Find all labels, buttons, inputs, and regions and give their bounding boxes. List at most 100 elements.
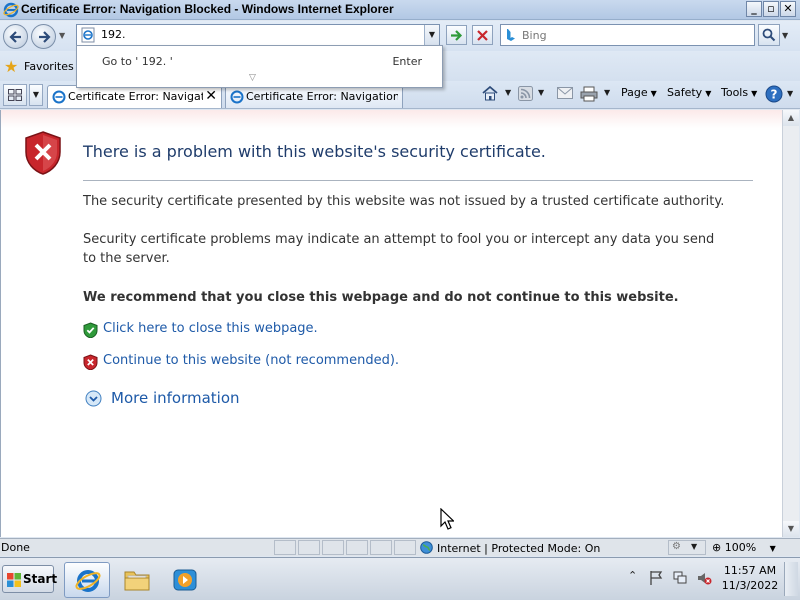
security-zone[interactable]: Internet | Protected Mode: On bbox=[420, 541, 600, 555]
page-icon bbox=[81, 27, 95, 43]
show-hidden-icons-chevron-icon[interactable]: ⌃ bbox=[628, 569, 644, 585]
printer-icon bbox=[580, 86, 598, 102]
tools-menu-button[interactable]: Tools ▼ bbox=[721, 86, 757, 104]
quick-tabs-button[interactable] bbox=[3, 84, 27, 106]
clock-date: 11/3/2022 bbox=[721, 579, 779, 592]
close-webpage-link-text[interactable]: Click here to close this webpage. bbox=[103, 321, 318, 336]
system-clock[interactable]: 11:57 AM 11/3/2022 bbox=[720, 563, 780, 593]
continue-link-text[interactable]: Continue to this website (not recommende… bbox=[103, 353, 399, 368]
print-dropdown-icon[interactable]: ▼ bbox=[604, 88, 610, 97]
search-box[interactable]: Bing bbox=[500, 24, 755, 46]
status-cell bbox=[274, 540, 296, 555]
help-button[interactable]: ? ▼ bbox=[765, 85, 793, 103]
favorites-button[interactable]: Favorites bbox=[24, 60, 74, 73]
close-tab-icon[interactable]: ✕ bbox=[205, 88, 217, 104]
svg-text:?: ? bbox=[771, 88, 778, 102]
zoom-magnifier-icon: ⊕ bbox=[712, 541, 722, 554]
favorites-star-icon[interactable]: ★ bbox=[4, 57, 18, 76]
lock-settings-icon: ⚙ bbox=[672, 541, 681, 552]
search-options-dropdown-icon[interactable]: ▼ bbox=[782, 31, 788, 40]
home-icon bbox=[482, 85, 498, 101]
help-icon: ? bbox=[765, 85, 783, 103]
address-autocomplete-dropdown: Go to ' 192. ' Enter ▽ bbox=[76, 45, 443, 88]
windows-logo-icon bbox=[7, 573, 21, 587]
tab-certificate-error-1[interactable]: Certificate Error: Navigat... ✕ bbox=[47, 85, 222, 108]
heading-divider bbox=[83, 180, 753, 181]
window-title: Certificate Error: Navigation Blocked - … bbox=[21, 2, 394, 16]
address-bar[interactable]: 192. ▼ bbox=[76, 24, 440, 46]
recent-pages-dropdown-icon[interactable]: ▼ bbox=[59, 31, 65, 40]
start-button[interactable]: Start bbox=[2, 565, 57, 593]
forward-arrow-icon bbox=[38, 31, 51, 43]
taskbar-media-player[interactable] bbox=[162, 562, 208, 598]
ie-page-icon bbox=[230, 90, 244, 104]
more-information-label[interactable]: More information bbox=[111, 389, 240, 407]
address-dropdown-button[interactable]: ▼ bbox=[424, 25, 439, 45]
page-content: There is a problem with this website's s… bbox=[0, 110, 783, 537]
expand-arrow-icon[interactable]: ▽ bbox=[249, 73, 256, 83]
print-button[interactable]: ▼ bbox=[580, 85, 610, 103]
zoom-level: 100% bbox=[724, 541, 757, 554]
tools-menu-dropdown-icon: ▼ bbox=[751, 89, 758, 98]
zoom-control[interactable]: ⊕ 100% ▼ bbox=[712, 541, 776, 554]
bing-icon bbox=[507, 29, 515, 41]
taskbar-internet-explorer[interactable] bbox=[64, 562, 110, 598]
help-dropdown-icon[interactable]: ▼ bbox=[787, 89, 793, 98]
volume-muted-icon[interactable] bbox=[696, 570, 712, 586]
tab-title: Certificate Error: Navigat... bbox=[68, 90, 203, 103]
title-bar: Certificate Error: Navigation Blocked - … bbox=[0, 0, 800, 20]
recommendation-text: We recommend that you close this webpage… bbox=[83, 290, 679, 305]
feeds-button[interactable]: ▼ bbox=[518, 85, 544, 103]
autocomplete-suggestion[interactable]: Go to ' 192. ' bbox=[102, 55, 173, 68]
taskbar: Start ⌃ 11:57 AM 11/3/2022 bbox=[0, 557, 800, 600]
scroll-down-arrow-icon[interactable]: ▼ bbox=[783, 521, 799, 537]
stop-button[interactable] bbox=[472, 25, 493, 45]
tools-menu-label: Tools bbox=[721, 86, 749, 99]
magnifier-icon bbox=[762, 28, 776, 42]
action-center-flag-icon[interactable] bbox=[648, 570, 664, 586]
page-menu-button[interactable]: Page ▼ bbox=[621, 86, 657, 104]
green-shield-check-icon bbox=[83, 322, 98, 338]
tab-certificate-error-2[interactable]: Certificate Error: Navigation ... bbox=[225, 85, 403, 108]
ie-page-icon bbox=[52, 90, 66, 104]
error-heading: There is a problem with this website's s… bbox=[83, 142, 546, 161]
home-button[interactable]: ▼ bbox=[481, 85, 511, 103]
search-button[interactable] bbox=[758, 24, 780, 46]
safety-menu-dropdown-icon: ▼ bbox=[705, 89, 712, 98]
go-button[interactable] bbox=[446, 25, 467, 45]
status-bar: Done Internet | Protected Mode: On ⚙ ▼ ⊕… bbox=[0, 538, 800, 556]
globe-icon bbox=[420, 541, 433, 554]
safety-menu-label: Safety bbox=[667, 86, 703, 99]
error-shield-icon bbox=[25, 131, 61, 175]
maximize-button[interactable]: ▫ bbox=[763, 1, 779, 17]
vertical-scrollbar[interactable]: ▲ ▼ bbox=[782, 110, 799, 537]
show-desktop-button[interactable] bbox=[784, 562, 798, 596]
page-menu-label: Page bbox=[621, 86, 648, 99]
home-dropdown-icon[interactable]: ▼ bbox=[505, 88, 511, 97]
address-input[interactable]: 192. bbox=[101, 28, 126, 41]
protected-mode-cell[interactable]: ⚙ ▼ bbox=[668, 540, 706, 555]
go-arrow-icon bbox=[451, 30, 463, 41]
close-window-button[interactable]: ✕ bbox=[780, 1, 796, 17]
rss-feed-icon bbox=[518, 86, 533, 101]
back-button[interactable] bbox=[3, 24, 28, 49]
zone-label: Internet | Protected Mode: On bbox=[437, 542, 601, 555]
read-mail-button[interactable] bbox=[557, 85, 573, 103]
status-cell bbox=[322, 540, 344, 555]
taskbar-windows-explorer[interactable] bbox=[114, 562, 160, 598]
mail-icon bbox=[557, 87, 573, 99]
forward-button[interactable] bbox=[31, 24, 56, 49]
search-input[interactable]: Bing bbox=[522, 29, 547, 42]
minimize-button[interactable]: _ bbox=[746, 1, 762, 17]
scroll-up-arrow-icon[interactable]: ▲ bbox=[783, 110, 799, 126]
zoom-dropdown-icon[interactable]: ▼ bbox=[770, 544, 776, 553]
safety-menu-button[interactable]: Safety ▼ bbox=[667, 86, 711, 104]
settings-dropdown-icon[interactable]: ▼ bbox=[691, 542, 697, 551]
feeds-dropdown-icon[interactable]: ▼ bbox=[538, 88, 544, 97]
autocomplete-enter-hint: Enter bbox=[392, 55, 422, 68]
tab-list-dropdown-button[interactable]: ▼ bbox=[29, 84, 43, 106]
network-icon[interactable] bbox=[672, 570, 688, 586]
stop-x-icon bbox=[477, 30, 488, 41]
media-player-icon bbox=[173, 569, 197, 591]
quick-tabs-grid-icon bbox=[8, 89, 22, 101]
